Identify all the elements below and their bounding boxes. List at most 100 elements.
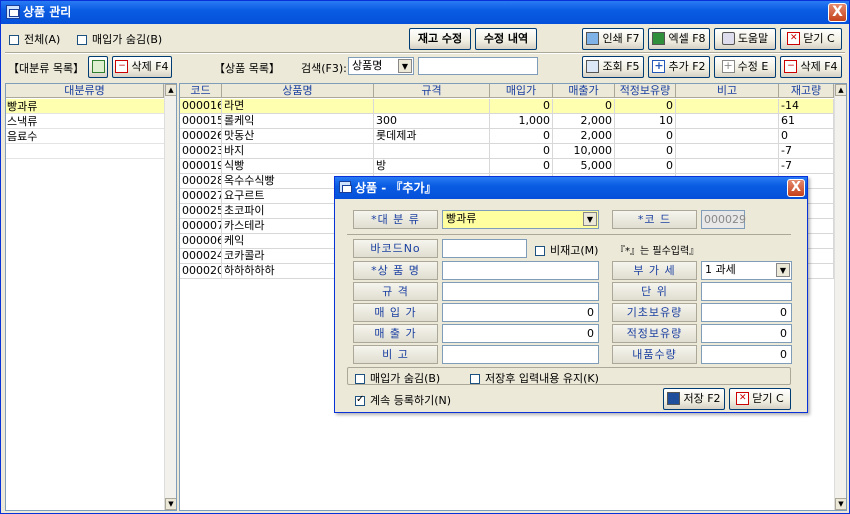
column-header[interactable]: 매출가 [553, 84, 615, 98]
category-list: 대분류명 빵과류 스낵류 음료수 ▲ ▼ [5, 83, 177, 511]
hide-cost-checkbox-label: 매입가 숨김(B) [92, 33, 163, 46]
add-label: 추가 F2 [668, 60, 706, 73]
product-scrollbar[interactable]: ▲ ▼ [834, 84, 846, 510]
dialog-icon [339, 181, 352, 193]
hide-cost-checkbox-box[interactable] [77, 35, 87, 45]
edit-history-button[interactable]: 수정 내역 [475, 28, 537, 50]
list-item[interactable]: 스낵류 [6, 114, 164, 129]
search-label: 검색(F3): [301, 62, 347, 75]
add-button[interactable]: + 추가 F2 [648, 56, 710, 78]
keep-input-checkbox-box[interactable] [470, 374, 480, 384]
close-button[interactable]: ✕ 닫기 C [780, 28, 842, 50]
table-cell: 롤케익 [222, 114, 374, 129]
table-row[interactable]: 000026 맛동산 롯데제과 0 2,000 0 0 [180, 129, 834, 144]
category-select[interactable]: 빵과류 ▼ [442, 210, 599, 229]
column-header[interactable]: 상품명 [222, 84, 374, 98]
column-header[interactable]: 규격 [374, 84, 490, 98]
save-button[interactable]: 저장 F2 [663, 388, 725, 410]
product-delete-button[interactable]: − 삭제 F4 [780, 56, 842, 78]
all-checkbox-box[interactable] [9, 35, 19, 45]
name-input[interactable] [442, 261, 599, 280]
table-cell: 0 [490, 144, 553, 159]
table-cell: 000027 [180, 189, 222, 204]
scroll-up-icon[interactable]: ▲ [835, 84, 846, 96]
table-row[interactable]: 000015 롤케익 300 1,000 2,000 10 61 [180, 114, 834, 129]
table-cell: 맛동산 [222, 129, 374, 144]
search-input[interactable] [418, 57, 538, 75]
table-cell: 0 [779, 129, 834, 144]
view-button[interactable]: 조회 F5 [582, 56, 644, 78]
table-cell: -7 [779, 144, 834, 159]
delete-icon: − [784, 59, 798, 73]
column-header[interactable]: 매입가 [490, 84, 553, 98]
list-item[interactable]: 음료수 [6, 129, 164, 144]
scroll-down-icon[interactable]: ▼ [835, 498, 846, 510]
column-header[interactable]: 적정보유량 [615, 84, 676, 98]
init-stock-input[interactable]: 0 [701, 303, 792, 322]
edit-button[interactable]: + 수정 E [714, 56, 776, 78]
spec-input[interactable] [442, 282, 599, 301]
note-input[interactable] [442, 345, 599, 364]
continue-checkbox-box[interactable] [355, 394, 365, 406]
dialog-hide-cost-checkbox-box[interactable] [355, 374, 365, 384]
help-label: 도움말 [737, 32, 769, 45]
price-field-label: 매 출 가 [353, 324, 438, 343]
list-item[interactable]: 빵과류 [6, 99, 164, 114]
category-select-value: 빵과류 [446, 212, 477, 225]
dialog-close-label: 닫기 C [752, 392, 784, 405]
price-input[interactable]: 0 [442, 324, 599, 343]
table-cell: 000006 [180, 234, 222, 249]
category-delete-button[interactable]: − 삭제 F4 [112, 56, 172, 78]
category-header: 대분류명 [6, 84, 164, 98]
dialog-close-button[interactable]: X [787, 179, 805, 197]
stock-edit-button[interactable]: 재고 수정 [409, 28, 471, 50]
table-row[interactable]: 000019 식빵 방 0 5,000 0 -7 [180, 159, 834, 174]
save-icon [667, 391, 681, 405]
help-button[interactable]: 도움말 [714, 28, 776, 50]
dialog-close-btn[interactable]: ✕ 닫기 C [729, 388, 791, 410]
chevron-down-icon[interactable]: ▼ [398, 59, 412, 73]
column-header[interactable]: 비고 [676, 84, 779, 98]
table-cell: 0 [615, 144, 676, 159]
main-window: 상품 관리 X 전체(A) 매입가 숨김(B) 재고 수정 수정 내역 인쇄 F… [0, 0, 850, 514]
app-icon [6, 5, 20, 19]
excel-label: 엑셀 F8 [668, 32, 706, 45]
non-stock-checkbox-box[interactable] [535, 246, 545, 256]
column-header[interactable]: 코드 [180, 84, 222, 98]
non-stock-checkbox[interactable]: 비재고(M) [535, 242, 598, 258]
search-type-select[interactable]: 상품명 ▼ [348, 57, 414, 75]
window-close-button[interactable]: X [828, 3, 847, 22]
tax-select[interactable]: 1 과세 ▼ [701, 261, 792, 280]
unit-input[interactable] [701, 282, 792, 301]
keep-input-checkbox[interactable]: 저장후 입력내용 유지(K) [470, 370, 599, 386]
scroll-down-icon[interactable]: ▼ [165, 498, 176, 510]
print-button[interactable]: 인쇄 F7 [582, 28, 644, 50]
column-header[interactable]: 재고량 [779, 84, 834, 98]
return-qty-input[interactable]: 0 [701, 345, 792, 364]
table-cell [676, 129, 779, 144]
chevron-down-icon[interactable]: ▼ [776, 263, 790, 277]
cost-input[interactable]: 0 [442, 303, 599, 322]
refresh-button[interactable] [88, 56, 108, 78]
table-cell: 방 [374, 159, 490, 174]
close-label: 닫기 C [803, 32, 835, 45]
name-field-label: *상 품 명 [353, 261, 438, 280]
table-cell: 000020 [180, 264, 222, 279]
scroll-up-icon[interactable]: ▲ [165, 84, 176, 96]
barcode-field-label: 바코드No [353, 239, 438, 258]
hide-cost-checkbox[interactable]: 매입가 숨김(B) [77, 31, 162, 47]
chevron-down-icon[interactable]: ▼ [583, 212, 597, 226]
dialog-title-bar: 상품 - 『추가』 [335, 177, 807, 199]
all-checkbox[interactable]: 전체(A) [9, 31, 60, 47]
table-row[interactable]: 000023 바지 0 10,000 0 -7 [180, 144, 834, 159]
barcode-input[interactable] [442, 239, 527, 258]
safe-stock-input[interactable]: 0 [701, 324, 792, 343]
table-cell: 000025 [180, 204, 222, 219]
dialog-hide-cost-checkbox[interactable]: 매입가 숨김(B) [355, 370, 440, 386]
continue-checkbox[interactable]: 계속 등록하기(N) [355, 392, 451, 408]
excel-button[interactable]: 엑셀 F8 [648, 28, 710, 50]
table-cell: 0 [553, 99, 615, 114]
category-scrollbar[interactable]: ▲ ▼ [164, 84, 176, 510]
plus-icon: + [652, 58, 666, 73]
table-row[interactable]: 000016 라면 0 0 0 -14 [180, 99, 834, 114]
